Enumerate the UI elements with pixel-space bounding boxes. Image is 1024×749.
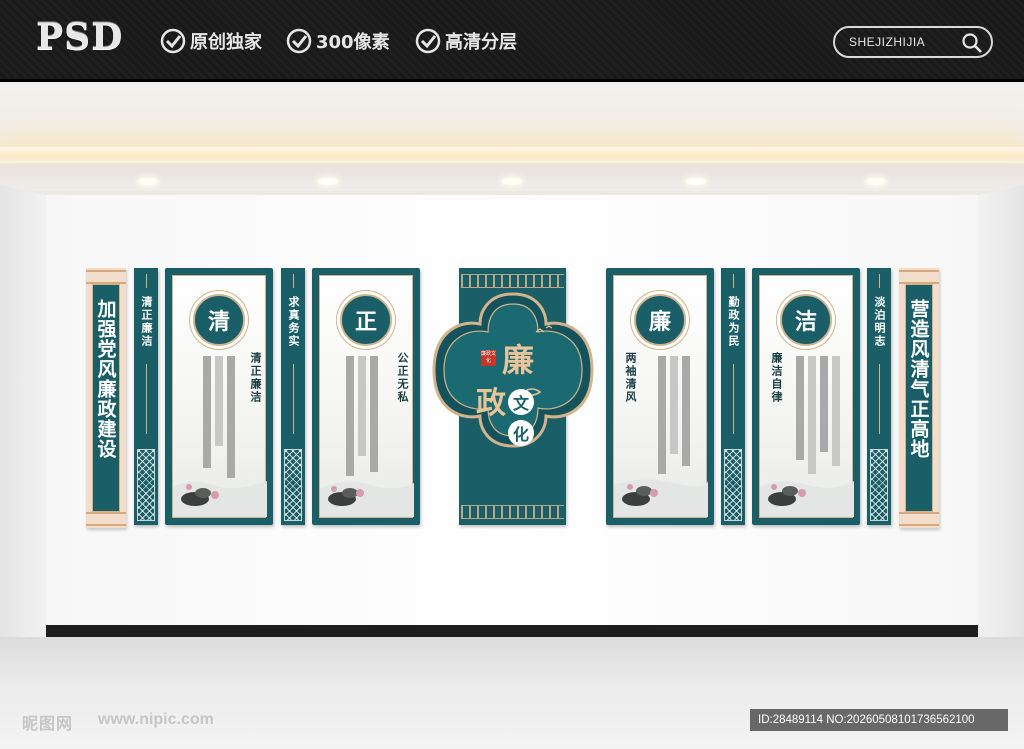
divider-line [733,274,734,288]
fret-corner [86,512,126,526]
tall-panel-jie: 洁 廉洁自律 [752,268,860,525]
right-slogan-text: 营造风清气正高地 [907,299,930,459]
tall-panel-zheng: 正 公正无私 [312,268,420,525]
search-box[interactable]: SHEJIZHIJIA [833,26,993,58]
tall-panel-inner: 洁 廉洁自律 [759,275,854,518]
lattice-pattern [284,449,302,521]
feature-resolution: 300像素 [286,27,390,55]
left-slogan-panel: 加强党风廉政建设 [86,268,126,528]
lotus-landscape-icon [760,481,854,517]
red-seal: 廉政文化 [481,350,497,366]
floor [0,637,1024,749]
search-icon[interactable] [961,32,983,54]
narrow-panel-2: 求真务实 [281,268,305,525]
tall-panel-inner: 正 公正无私 [319,275,414,518]
bamboo-bar [358,356,366,456]
bamboo-bar [796,356,804,460]
center-title-lian: 廉 [502,341,535,379]
site-logo: 昵图网 [22,714,74,733]
bamboo-bar [670,356,678,454]
top-banner: PSD 原创独家 300像素 高清分层 SHEJIZHIJIA [0,0,1024,82]
circle-char-wen: 文 [508,389,534,415]
downlight [502,178,522,185]
slogan-inner: 营造风清气正高地 [905,284,933,512]
feature-layered: 高清分层 [415,27,517,55]
tall-panel-text: 两袖清风 [624,352,637,404]
narrow-panel-text: 求真务实 [287,296,300,348]
narrow-panel-text: 淡泊明志 [873,296,886,348]
divider-line [146,274,147,288]
slogan-inner: 加强党风廉政建设 [92,284,120,512]
narrow-panel-4: 淡泊明志 [867,268,891,525]
left-wall [0,185,46,645]
psd-logo: PSD [36,16,124,58]
fret-band [461,505,564,519]
downlight [686,178,706,185]
search-label: SHEJIZHIJIA [849,35,926,49]
left-slogan-text: 加强党风廉政建设 [94,299,117,459]
lattice-pattern [724,449,742,521]
right-slogan-panel: 营造风清气正高地 [899,268,939,528]
narrow-panel-text: 清正廉洁 [140,296,153,348]
bamboo-bar [820,356,828,452]
site-url: www.nipic.com [98,711,214,728]
bamboo-bar [215,356,223,446]
divider-line [733,364,734,434]
divider-line [879,274,880,288]
divider-line [293,364,294,434]
divider-line [293,274,294,288]
ceiling-light-cove [0,147,1024,163]
tall-panel-inner: 清 清正廉洁 [172,275,267,518]
check-circle-icon [286,28,312,54]
tall-panel-qing: 清 清正廉洁 [165,268,273,525]
lotus-landscape-icon [173,481,267,517]
fret-band [461,274,564,288]
divider-line [879,364,880,434]
badge-circle: 洁 [780,294,832,346]
feature-label: 高清分层 [445,32,517,53]
downlight [318,178,338,185]
fret-corner [899,512,939,526]
fret-corner [899,270,939,284]
badge-circle: 廉 [634,294,686,346]
feature-label: 原创独家 [190,32,262,53]
baseboard [46,625,978,637]
downlight [866,178,886,185]
tall-panel-lian: 廉 两袖清风 [606,268,714,525]
downlight [138,178,158,185]
lotus-landscape-icon [614,479,708,517]
narrow-panel-1: 清正廉洁 [134,268,158,525]
lotus-landscape-icon [320,481,414,517]
check-circle-icon [160,28,186,54]
fret-corner [86,270,126,284]
center-title-zheng: 政 [476,386,506,421]
check-circle-icon [415,28,441,54]
lattice-pattern [137,449,155,521]
divider-line [146,364,147,434]
lattice-pattern [870,449,888,521]
circle-char-hua: 化 [508,420,534,446]
tall-panel-text: 清正廉洁 [249,352,262,404]
feature-original: 原创独家 [160,27,262,55]
tall-panel-text: 公正无私 [396,352,409,404]
badge-circle: 清 [193,294,245,346]
right-wall [978,185,1024,645]
tall-panel-text: 廉洁自律 [770,352,783,404]
tall-panel-inner: 廉 两袖清风 [613,275,708,518]
badge-circle: 正 [340,294,392,346]
feature-label: 300像素 [316,32,390,53]
narrow-panel-text: 勤政为民 [727,296,740,348]
image-id-strip: ID:28489114 NO:20260508101736562100 [750,709,1008,731]
narrow-panel-3: 勤政为民 [721,268,745,525]
